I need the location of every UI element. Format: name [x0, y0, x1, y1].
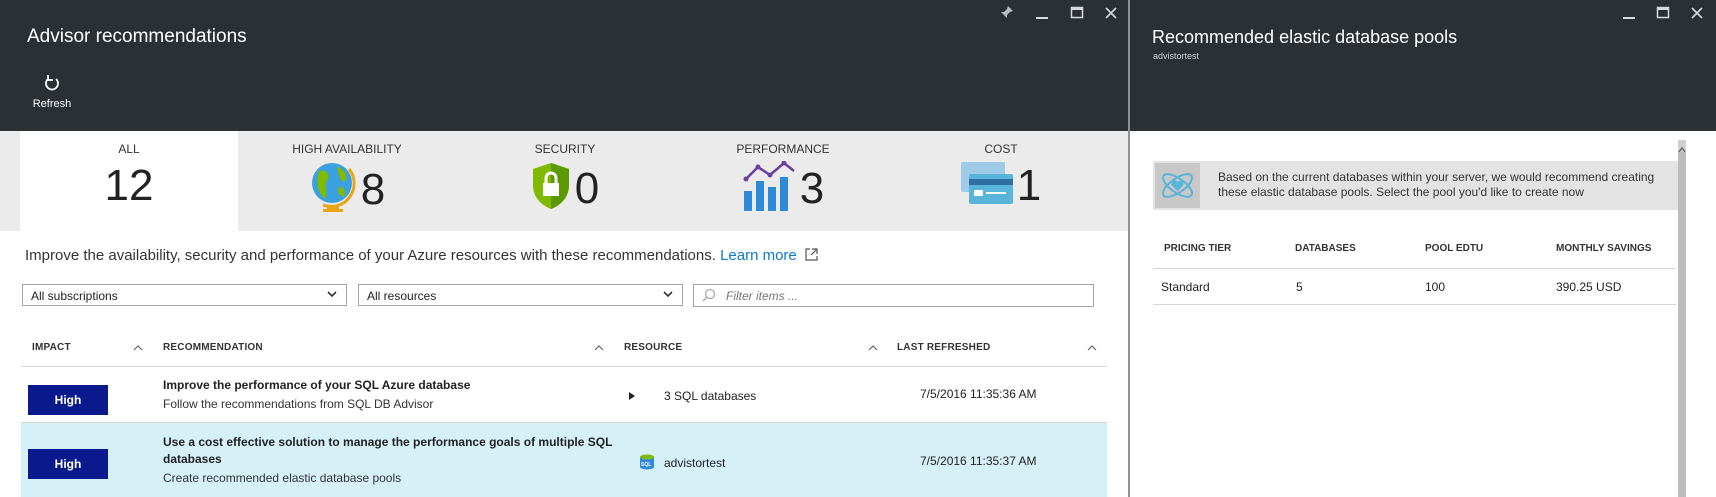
filter-items-input[interactable]	[693, 284, 1094, 307]
tab-security[interactable]: SECURITY 0	[456, 131, 674, 231]
column-header-last-refreshed[interactable]: LAST REFRESHED	[897, 342, 990, 353]
pool-edtu: 100	[1425, 280, 1446, 294]
column-header-pool-edtu: POOL EDTU	[1425, 243, 1484, 254]
credit-card-icon	[960, 161, 1013, 211]
recommendation-title: Improve the performance of your SQL Azur…	[163, 378, 471, 392]
recommendation-title-line2: databases	[163, 452, 222, 466]
chevron-down-icon	[662, 288, 674, 303]
tab-label: PERFORMANCE	[736, 142, 830, 156]
monthly-savings: 390.25 USD	[1556, 280, 1622, 294]
expand-arrow-icon[interactable]	[628, 388, 636, 406]
resource-name: advistortest	[664, 456, 726, 470]
tab-label: SECURITY	[534, 142, 596, 156]
info-text: Based on the current databases within yo…	[1218, 170, 1655, 199]
impact-badge: High	[28, 449, 108, 479]
resource-name: 3 SQL databases	[664, 389, 757, 403]
search-icon	[702, 288, 716, 307]
minimize-icon[interactable]	[1035, 6, 1049, 24]
blade-title: Advisor recommendations	[27, 26, 247, 47]
column-header-recommendation[interactable]: RECOMMENDATION	[163, 342, 263, 353]
performance-chart-icon	[742, 160, 796, 216]
close-icon[interactable]	[1104, 6, 1118, 24]
elastic-pool-icon	[1155, 163, 1200, 208]
recommendation-title-line1: Use a cost effective solution to manage …	[163, 435, 613, 449]
sort-up-icon[interactable]	[133, 339, 143, 357]
recommendation-subtitle: Create recommended elastic database pool…	[163, 471, 402, 485]
refresh-label: Refresh	[32, 98, 72, 110]
close-icon[interactable]	[1690, 6, 1704, 24]
learn-more-link[interactable]: Learn more	[720, 247, 797, 264]
last-refreshed: 7/5/2016 11:35:37 AM	[920, 454, 1037, 468]
column-header-pricing-tier: PRICING TIER	[1164, 243, 1232, 254]
column-header-databases: DATABASES	[1295, 243, 1356, 254]
resources-dropdown[interactable]: All resources	[358, 284, 683, 306]
intro-text-container: Improve the availability, security and p…	[25, 247, 818, 265]
databases-count: 5	[1296, 280, 1303, 294]
tab-count: 3	[799, 163, 825, 213]
maximize-icon[interactable]	[1070, 6, 1084, 24]
tab-all[interactable]: ALL 12	[20, 131, 238, 231]
subscriptions-dropdown[interactable]: All subscriptions	[22, 284, 347, 306]
intro-text: Improve the availability, security and p…	[25, 247, 716, 264]
svg-text:SQL: SQL	[641, 462, 651, 468]
tab-high-availability[interactable]: HIGH AVAILABILITY 8	[238, 131, 456, 231]
table-row[interactable]: High Improve the performance of your SQL…	[21, 367, 1107, 422]
globe-icon	[309, 161, 357, 218]
tab-count: 8	[360, 164, 386, 214]
sort-up-icon[interactable]	[594, 339, 604, 357]
tab-performance[interactable]: PERFORMANCE 3	[674, 131, 892, 231]
column-header-impact[interactable]: IMPACT	[32, 342, 71, 353]
minimize-icon[interactable]	[1622, 6, 1636, 24]
refresh-button[interactable]: Refresh	[22, 74, 82, 118]
blade-title: Recommended elastic database pools	[1152, 27, 1458, 47]
sort-up-icon[interactable]	[1087, 339, 1097, 357]
category-tabs: ALL 12 HIGH AVAILABILITY 8 SECURITY 0 PE…	[0, 131, 1128, 231]
scrollbar-thumb[interactable]	[1678, 152, 1686, 497]
refresh-icon	[22, 74, 82, 94]
column-header-resource[interactable]: RESOURCE	[624, 342, 682, 353]
tab-label: COST	[984, 142, 1018, 156]
resources-value: All resources	[367, 289, 437, 303]
last-refreshed: 7/5/2016 11:35:36 AM	[920, 387, 1037, 401]
blade-header	[0, 0, 1128, 131]
divider	[1153, 304, 1676, 305]
scroll-up-icon[interactable]	[1678, 141, 1686, 159]
sort-up-icon[interactable]	[868, 339, 878, 357]
impact-badge: High	[28, 385, 108, 415]
tab-cost[interactable]: COST 1	[892, 131, 1110, 231]
recommendation-subtitle: Follow the recommendations from SQL DB A…	[163, 397, 434, 411]
table-row-selected[interactable]: High Use a cost effective solution to ma…	[21, 423, 1107, 497]
tab-count: 12	[104, 161, 154, 210]
tab-label: HIGH AVAILABILITY	[292, 142, 402, 156]
tab-count: 1	[1016, 161, 1042, 210]
maximize-icon[interactable]	[1656, 6, 1670, 24]
tab-count: 0	[574, 163, 600, 213]
column-header-monthly-savings: MONTHLY SAVINGS	[1556, 243, 1652, 254]
pricing-tier: Standard	[1161, 280, 1210, 294]
external-link-icon[interactable]	[805, 248, 818, 265]
shield-lock-icon	[531, 161, 571, 216]
chevron-down-icon	[326, 288, 338, 303]
blade-subtitle: advistortest	[1153, 51, 1200, 61]
subscriptions-value: All subscriptions	[31, 289, 118, 303]
pin-icon[interactable]	[1000, 5, 1014, 23]
tab-label: ALL	[118, 142, 140, 156]
sql-database-icon: SQL	[638, 453, 656, 476]
